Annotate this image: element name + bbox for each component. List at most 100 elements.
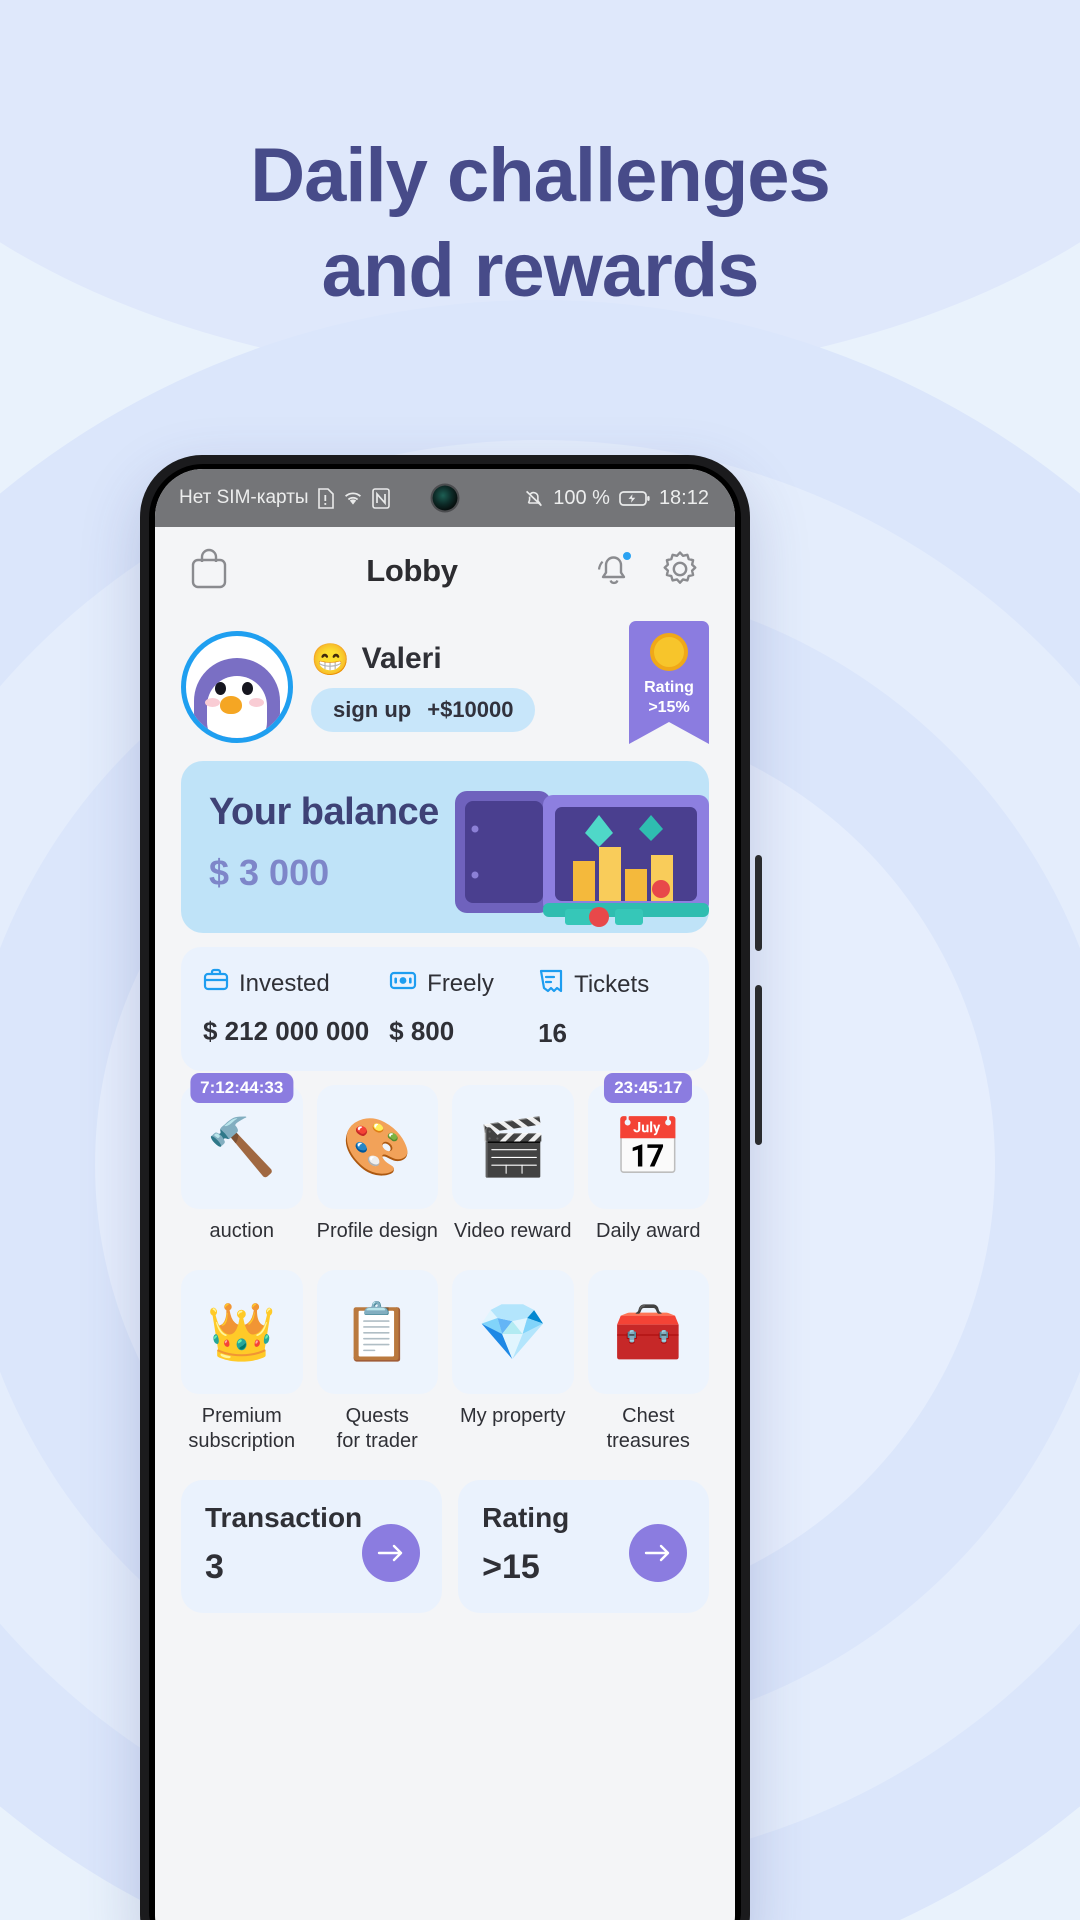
stat-freely-label: Freely	[427, 969, 494, 997]
page-title: Lobby	[366, 553, 458, 588]
tile-quests-for-trader-label: Quests for trader	[336, 1405, 418, 1453]
sim-alert-icon	[317, 487, 334, 509]
card-rating[interactable]: Rating >15	[458, 1480, 709, 1614]
medal-icon	[650, 633, 688, 671]
balance-card[interactable]: Your balance $ 3 000	[181, 761, 709, 934]
card-transaction-text: Transaction 3	[205, 1502, 362, 1587]
profile-design-icon: 🎨	[316, 1085, 438, 1210]
headline-line-1: Daily challenges	[250, 133, 831, 218]
arrow-right-icon[interactable]	[629, 1524, 687, 1583]
card-rating-title: Rating	[482, 1502, 570, 1534]
penguin-beak	[220, 696, 242, 715]
banknote-icon	[389, 967, 417, 1000]
battery-charging-icon	[619, 490, 650, 507]
card-transaction[interactable]: Transaction 3	[181, 1480, 443, 1614]
avatar[interactable]	[181, 631, 293, 744]
stat-invested-label: Invested	[239, 969, 330, 997]
header-actions	[595, 548, 701, 595]
card-transaction-title: Transaction	[205, 1502, 363, 1534]
safe-with-money-icon	[455, 791, 709, 928]
profile-row: 😁 Valeri sign up +$10000 Rating >15%	[155, 615, 735, 754]
tile-quests-for-trader[interactable]: 📋 Quests for trader	[316, 1270, 438, 1454]
card-rating-text: Rating >15	[482, 1502, 569, 1587]
promo-headline: Daily challenges and rewards	[0, 128, 1080, 318]
stat-tickets-label: Tickets	[574, 970, 650, 998]
stats-row: Invested $ 212 000 000 Freely $ 800 Tick…	[181, 947, 709, 1072]
profile-info: 😁 Valeri sign up +$10000	[311, 642, 611, 733]
tile-premium-subscription[interactable]: 👑 Premium subscription	[181, 1270, 303, 1454]
shopping-bag-icon[interactable]	[189, 548, 229, 595]
tile-auction[interactable]: 7:12:44:33 🔨 auction	[181, 1073, 303, 1244]
battery-percent-label: 100 %	[553, 486, 610, 509]
stat-freely[interactable]: Freely $ 800	[389, 967, 538, 1049]
quests-clipboard-icon: 📋	[316, 1270, 438, 1395]
penguin-eye-left	[215, 682, 226, 696]
stat-invested-value: $ 212 000 000	[203, 1016, 370, 1047]
notification-badge-dot	[621, 549, 633, 562]
app-header: Lobby	[155, 527, 735, 615]
status-bar-left: Нет SIM-карты	[179, 487, 390, 509]
stat-invested[interactable]: Invested $ 212 000 000	[203, 967, 389, 1049]
stat-tickets-value: 16	[538, 1018, 567, 1049]
ticket-icon	[538, 967, 564, 1002]
tile-daily-award[interactable]: 23:45:17 📅 Daily award	[587, 1073, 709, 1244]
phone-bezel: Нет SIM-карты 100 % 18:12 Lobby 😁 Valeri…	[149, 464, 741, 1920]
tile-premium-subscription-label: Premium subscription	[188, 1405, 296, 1453]
tile-chest-treasures-label: Chest treasures	[606, 1405, 690, 1453]
tile-profile-design[interactable]: 🎨 Profile design	[316, 1085, 438, 1244]
nfc-icon	[371, 487, 390, 509]
tile-profile-design-label: Profile design	[316, 1220, 438, 1243]
tile-chest-treasures[interactable]: 🧰 Chest treasures	[587, 1270, 709, 1454]
penguin-cheek-right	[249, 698, 264, 708]
tile-auction-timer: 7:12:44:33	[190, 1073, 294, 1104]
premium-crown-icon: 👑	[181, 1270, 303, 1395]
auction-gavel-icon: 🔨	[181, 1085, 303, 1210]
tile-my-property[interactable]: 💎 My property	[452, 1270, 574, 1454]
tiles-grid-row-2: 👑 Premium subscription 📋 Quests for trader…	[181, 1270, 709, 1454]
stat-freely-label-row: Freely	[389, 967, 538, 1000]
clock-label: 18:12	[658, 486, 709, 509]
headline-line-2: and rewards	[321, 228, 760, 313]
phone-volume-button[interactable]	[755, 985, 762, 1145]
rating-ribbon-value: >15%	[648, 698, 690, 716]
status-bar-right: 100 % 18:12	[524, 487, 709, 510]
stat-tickets[interactable]: Tickets 16	[538, 967, 687, 1049]
daily-award-icon: 📅	[587, 1085, 709, 1210]
front-camera	[432, 485, 458, 511]
wifi-icon	[342, 489, 364, 507]
bell-muted-icon	[524, 488, 544, 509]
user-name: Valeri	[361, 642, 442, 676]
carrier-label: Нет SIM-карты	[179, 487, 309, 508]
gear-icon[interactable]	[659, 548, 701, 595]
stat-invested-label-row: Invested	[203, 967, 389, 1000]
stat-tickets-label-row: Tickets	[538, 967, 687, 1002]
status-bar: Нет SIM-карты 100 % 18:12	[155, 469, 735, 527]
tile-daily-award-timer: 23:45:17	[604, 1073, 693, 1104]
bottom-cards-row: Transaction 3 Rating >15	[181, 1480, 709, 1614]
signup-chip-amount: +$10000	[427, 697, 514, 723]
video-reward-icon: 🎬	[452, 1085, 574, 1210]
tile-my-property-label: My property	[459, 1405, 566, 1428]
stat-freely-value: $ 800	[389, 1016, 455, 1047]
signup-bonus-chip[interactable]: sign up +$10000	[311, 688, 536, 733]
tile-video-reward-label: Video reward	[454, 1220, 572, 1243]
mood-emoji[interactable]: 😁	[311, 644, 350, 675]
bell-icon[interactable]	[595, 549, 633, 594]
card-rating-value: >15	[482, 1548, 540, 1587]
tiles-grid-row-1: 7:12:44:33 🔨 auction 🎨 Profile design 🎬 …	[181, 1073, 709, 1244]
card-transaction-value: 3	[205, 1548, 224, 1587]
penguin-cheek-left	[205, 698, 220, 708]
tile-video-reward[interactable]: 🎬 Video reward	[452, 1085, 574, 1244]
phone-power-button[interactable]	[755, 855, 762, 951]
profile-name-row: 😁 Valeri	[311, 642, 611, 676]
arrow-right-icon[interactable]	[362, 1524, 421, 1583]
app-content: Your balance $ 3 000 Invested $ 212 000 …	[155, 761, 735, 1614]
phone-mockup: Нет SIM-карты 100 % 18:12 Lobby 😁 Valeri…	[140, 455, 762, 1920]
chest-treasures-icon: 🧰	[587, 1270, 709, 1395]
briefcase-icon	[203, 967, 229, 1000]
penguin-eye-right	[242, 682, 253, 696]
tile-daily-award-label: Daily award	[596, 1220, 701, 1243]
rating-ribbon-label: Rating	[644, 679, 694, 696]
tile-auction-label: auction	[209, 1220, 275, 1243]
rating-ribbon[interactable]: Rating >15%	[629, 621, 709, 745]
